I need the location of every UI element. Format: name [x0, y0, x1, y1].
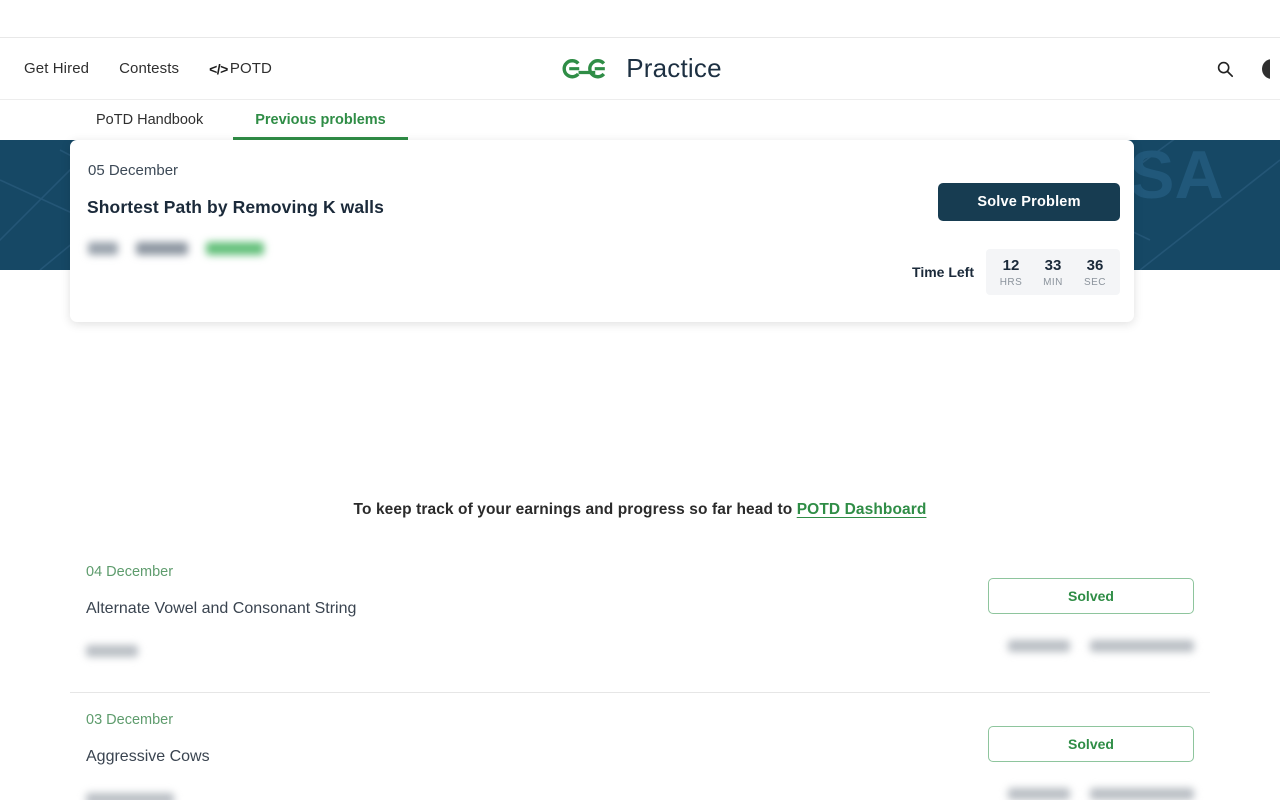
solved-status-button[interactable]: Solved — [988, 726, 1194, 762]
brand[interactable]: Practice — [558, 52, 722, 86]
timer-hours-unit: HRS — [999, 277, 1023, 288]
problem-difficulty — [1008, 788, 1070, 800]
potd-dashboard-link[interactable]: POTD Dashboard — [797, 501, 927, 518]
page-root: Get Hired Contests </> POTD Practice PoT… — [0, 0, 1280, 800]
dashboard-note: To keep track of your earnings and progr… — [0, 452, 1280, 519]
time-left-label: Time Left — [912, 264, 974, 280]
featured-date: 05 December — [88, 162, 179, 179]
nav-item-potd[interactable]: </> POTD — [209, 60, 272, 77]
problem-meta-row — [988, 640, 1194, 652]
solve-problem-button[interactable]: Solve Problem — [938, 183, 1120, 221]
table-row[interactable]: 04 December Alternate Vowel and Consonan… — [70, 545, 1210, 693]
search-icon[interactable] — [1212, 56, 1238, 82]
subnav-tabs: PoTD Handbook Previous problems — [0, 100, 1280, 140]
primary-nav: Get Hired Contests </> POTD — [0, 60, 272, 77]
timer-seconds: 36 SEC — [1082, 257, 1108, 288]
header-actions — [1212, 38, 1280, 100]
tab-previous-problems[interactable]: Previous problems — [233, 112, 408, 140]
featured-problem-card: 05 December Shortest Path by Removing K … — [70, 140, 1134, 322]
top-strip — [0, 0, 1280, 38]
problem-difficulty — [1008, 640, 1070, 652]
timer-seconds-unit: SEC — [1083, 277, 1107, 288]
nav-item-get-hired[interactable]: Get Hired — [24, 60, 89, 77]
timer-minutes: 33 MIN — [1040, 257, 1066, 288]
tab-label-potd-handbook: PoTD Handbook — [96, 112, 204, 128]
problem-row-actions: Solved — [988, 578, 1194, 652]
featured-tag-topic — [136, 242, 188, 255]
problem-tag-topic — [86, 793, 174, 800]
nav-label-potd: POTD — [229, 60, 272, 77]
geeksforgeeks-logo — [562, 58, 606, 78]
problem-row-actions: Solved — [988, 726, 1194, 800]
nav-label-get-hired: Get Hired — [24, 60, 90, 77]
search-glyph — [1217, 61, 1234, 78]
solved-status-button[interactable]: Solved — [988, 578, 1194, 614]
dashboard-note-text: To keep track of your earnings and progr… — [353, 501, 797, 518]
countdown-timer: 12 HRS 33 MIN 36 SEC — [986, 249, 1120, 295]
problem-meta-row — [988, 788, 1194, 800]
time-left-block: Time Left 12 HRS 33 MIN 36 SEC — [912, 249, 1120, 295]
user-avatar[interactable] — [1256, 56, 1270, 82]
site-header: Get Hired Contests </> POTD Practice — [0, 38, 1280, 100]
problem-success-rate — [1089, 640, 1194, 652]
featured-card-actions: Solve Problem Time Left 12 HRS 33 MIN 36… — [912, 183, 1120, 295]
tab-potd-handbook[interactable]: PoTD Handbook — [88, 112, 211, 140]
timer-hours-value: 12 — [1002, 257, 1020, 274]
featured-tag-difficulty — [88, 242, 118, 255]
previous-problems-list: 04 December Alternate Vowel and Consonan… — [0, 545, 1280, 800]
tab-label-previous-problems: Previous problems — [255, 112, 386, 128]
code-brackets-icon: </> — [209, 60, 228, 77]
nav-item-contests[interactable]: Contests — [119, 60, 179, 77]
problem-success-rate — [1089, 788, 1194, 800]
featured-tag-company — [206, 242, 264, 255]
table-row[interactable]: 03 December Aggressive Cows Solved — [70, 693, 1210, 800]
timer-hours: 12 HRS — [998, 257, 1024, 288]
timer-minutes-value: 33 — [1044, 257, 1062, 274]
timer-minutes-unit: MIN — [1043, 277, 1063, 288]
timer-seconds-value: 36 — [1086, 257, 1104, 274]
nav-label-contests: Contests — [119, 60, 180, 77]
problem-tag-topic — [86, 645, 138, 657]
brand-text: Practice — [626, 53, 722, 83]
